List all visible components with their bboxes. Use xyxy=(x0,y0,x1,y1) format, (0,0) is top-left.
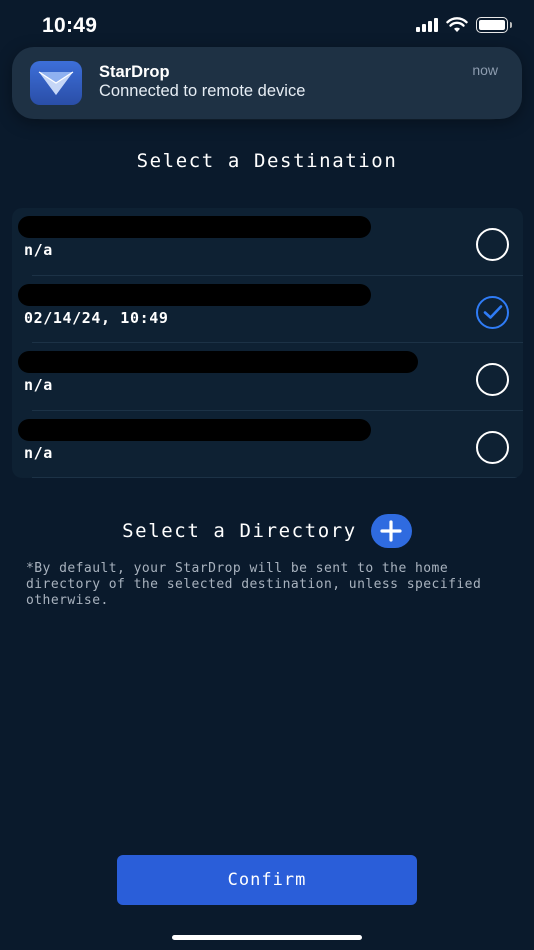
home-indicator[interactable] xyxy=(172,935,362,940)
redacted-destination-name xyxy=(18,216,371,238)
battery-icon xyxy=(476,17,512,33)
confirm-button[interactable]: Confirm xyxy=(117,855,417,905)
status-icons xyxy=(416,17,512,33)
destination-title: Select a Destination xyxy=(136,150,398,172)
radio-checked-icon[interactable] xyxy=(476,295,509,329)
radio-unchecked-icon[interactable] xyxy=(476,363,509,396)
redacted-destination-name xyxy=(18,283,371,306)
notification-time: now xyxy=(472,62,498,78)
row-divider xyxy=(32,477,523,478)
directory-title: Select a Directory xyxy=(122,520,357,542)
plus-icon xyxy=(380,520,402,542)
add-directory-button[interactable] xyxy=(370,514,412,548)
destination-row[interactable]: n/a xyxy=(12,208,523,276)
radio-unchecked-icon[interactable] xyxy=(476,430,509,464)
status-time: 10:49 xyxy=(42,14,98,37)
stardrop-app-icon xyxy=(30,61,82,105)
destination-row[interactable]: 02/14/24, 10:49 xyxy=(12,276,523,343)
default-directory-note: *By default, your StarDrop will be sent … xyxy=(26,561,482,608)
notification-title: StarDrop xyxy=(99,63,170,81)
destination-row[interactable]: n/a xyxy=(12,411,523,478)
notification-message: Connected to remote device xyxy=(99,82,306,100)
destination-list: n/a 02/14/24, 10:49 n/a n/a xyxy=(12,208,523,478)
redacted-destination-name xyxy=(18,418,371,441)
destination-subtitle: n/a xyxy=(24,443,53,462)
destination-subtitle: n/a xyxy=(24,376,53,394)
destination-subtitle: n/a xyxy=(24,241,53,259)
destination-row[interactable]: n/a xyxy=(12,343,523,411)
notification-banner[interactable]: StarDrop Connected to remote device now xyxy=(12,47,522,119)
cellular-signal-icon xyxy=(416,18,438,32)
directory-row: Select a Directory xyxy=(0,514,534,548)
radio-unchecked-icon[interactable] xyxy=(476,228,509,261)
destination-subtitle: 02/14/24, 10:49 xyxy=(24,308,169,327)
wifi-icon xyxy=(446,17,468,32)
redacted-destination-name xyxy=(18,351,418,373)
